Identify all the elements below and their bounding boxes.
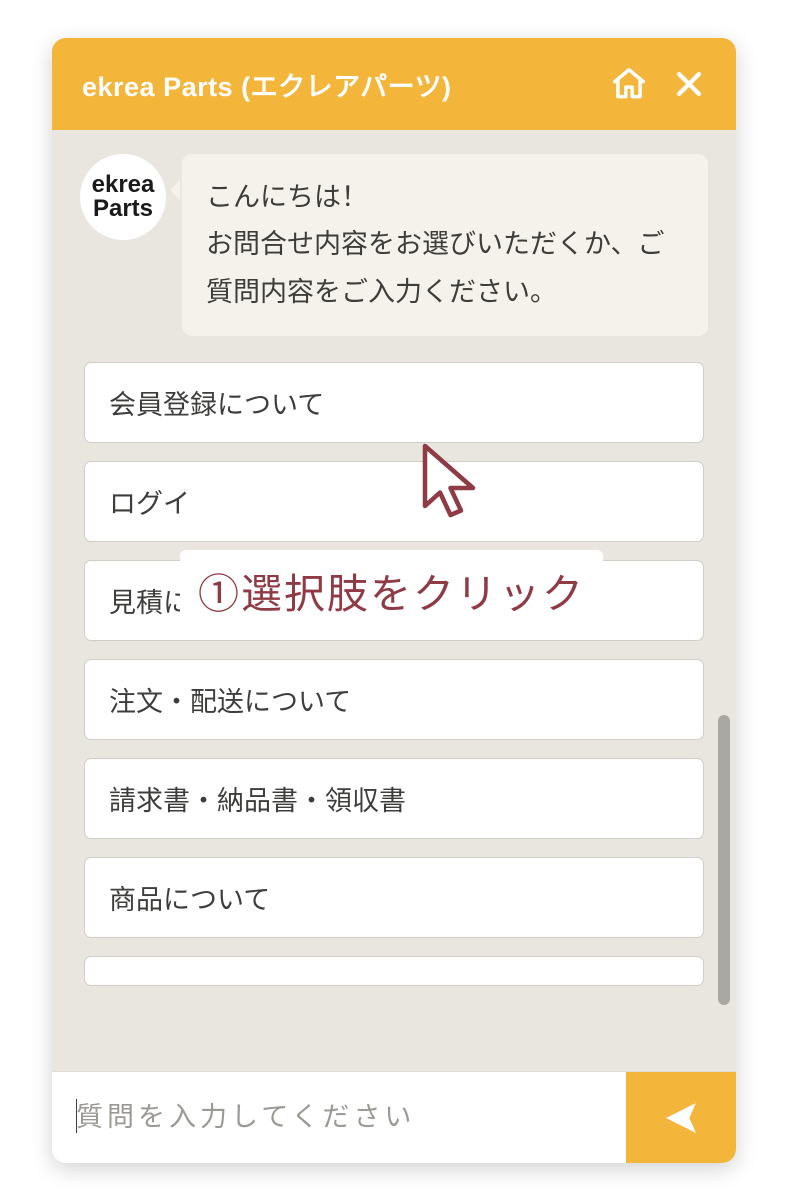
question-input[interactable] [52,1072,626,1163]
greeting-bubble: こんにちは！ お問合せ内容をお選びいただくか、ご質問内容をご入力ください。 [182,154,708,336]
close-icon[interactable] [668,63,710,105]
chat-body: ekrea Parts こんにちは！ お問合せ内容をお選びいただくか、ご質問内容… [52,130,736,1071]
avatar-line2: Parts [93,197,153,221]
avatar: ekrea Parts [80,154,166,240]
option-quote[interactable]: 見積について [84,560,704,641]
bot-message-row: ekrea Parts こんにちは！ お問合せ内容をお選びいただくか、ご質問内容… [80,154,708,336]
home-icon[interactable] [608,63,650,105]
text-caret [76,1099,77,1133]
option-login[interactable]: ログイ [84,461,704,542]
send-icon [661,1098,701,1138]
chat-input-bar [52,1071,736,1163]
option-products[interactable]: 商品について [84,857,704,938]
scrollbar-thumb[interactable] [718,715,730,1005]
option-invoice[interactable]: 請求書・納品書・領収書 [84,758,704,839]
chat-widget: ekrea Parts (エクレアパーツ) ekrea Parts こんにちは！… [52,38,736,1163]
option-next-partial[interactable] [84,956,704,986]
option-order-delivery[interactable]: 注文・配送について [84,659,704,740]
chat-title: ekrea Parts (エクレアパーツ) [82,65,590,104]
chat-header: ekrea Parts (エクレアパーツ) [52,38,736,130]
send-button[interactable] [626,1072,736,1163]
options-list: 会員登録について ログイ 見積について 注文・配送について 請求書・納品書・領収… [80,362,708,986]
option-member-registration[interactable]: 会員登録について [84,362,704,443]
avatar-line1: ekrea [92,173,155,197]
